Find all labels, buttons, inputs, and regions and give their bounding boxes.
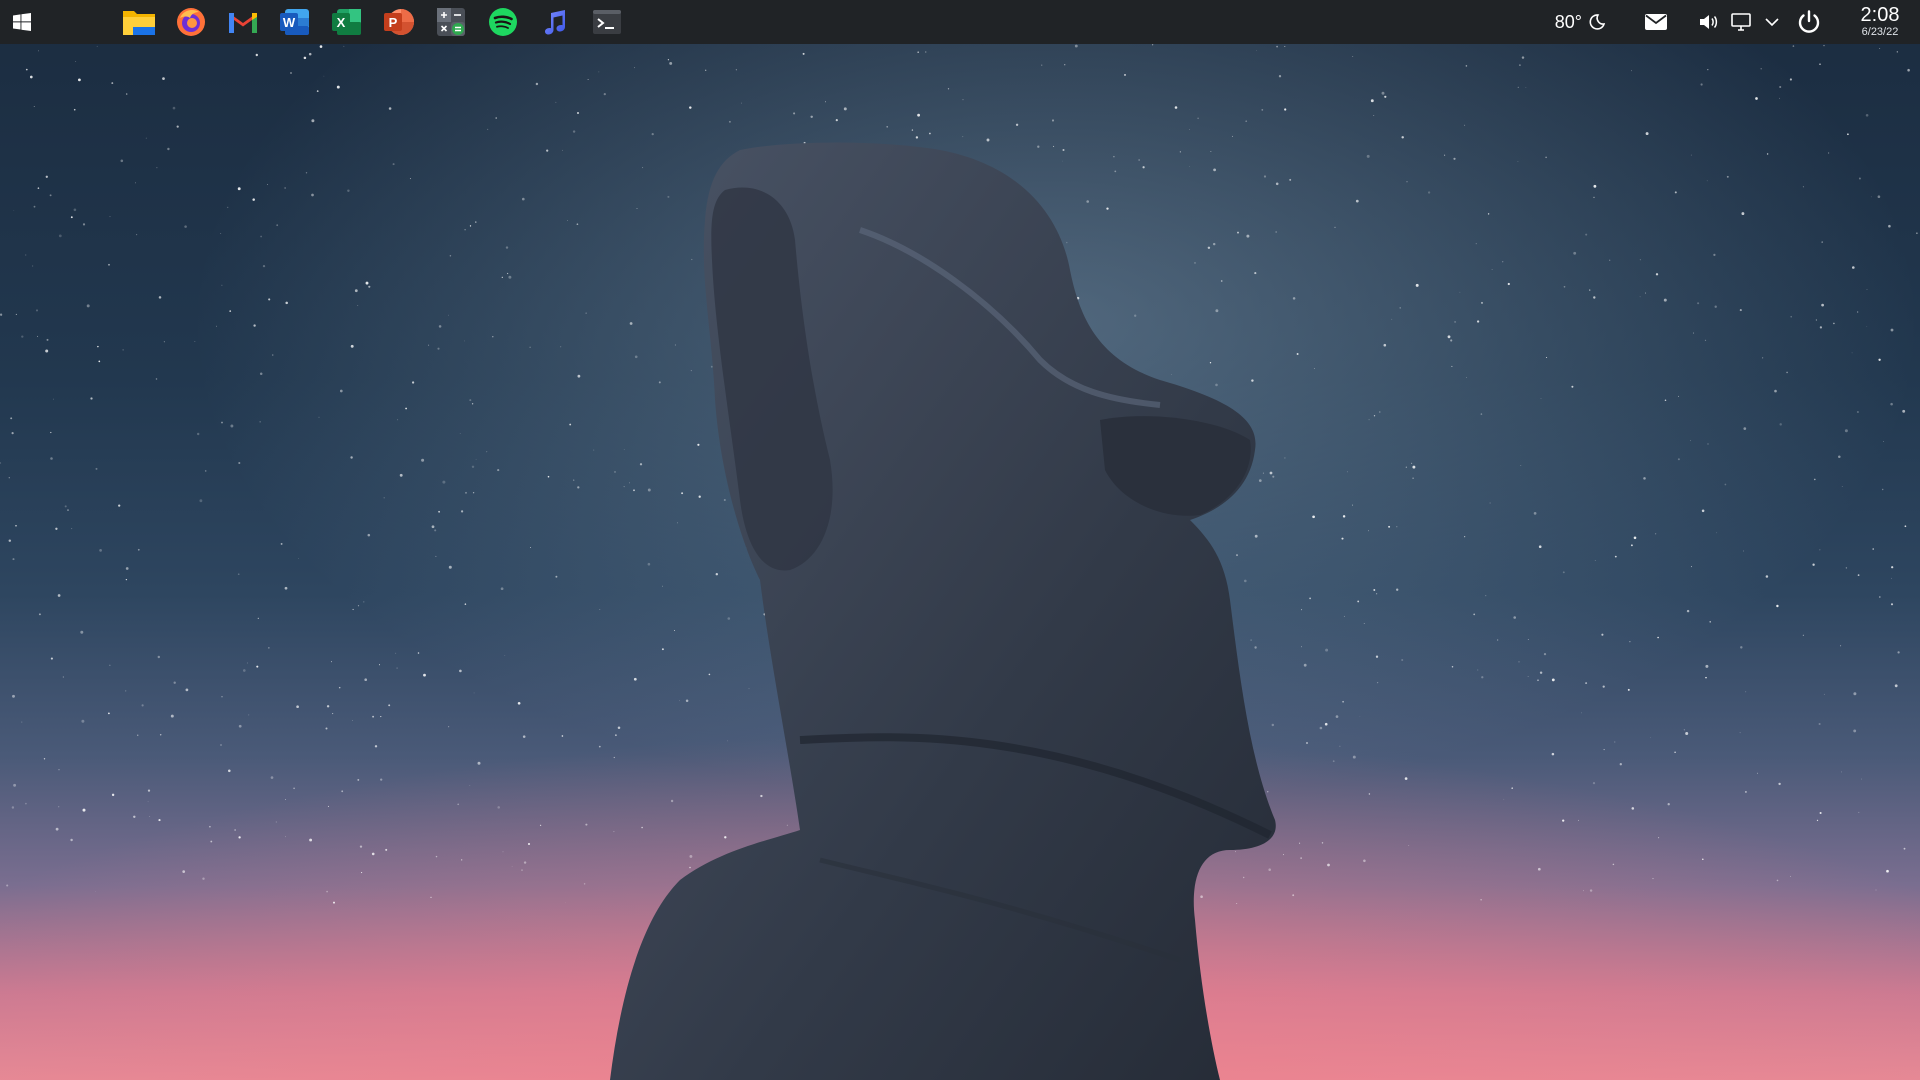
volume-icon (1700, 15, 1718, 29)
power-icon (1798, 10, 1820, 33)
excel-icon: X (332, 9, 361, 35)
wallpaper (0, 0, 1920, 1080)
folder-icon (123, 11, 155, 35)
firefox-button[interactable] (165, 0, 217, 44)
word-button[interactable]: W (269, 0, 321, 44)
power-button[interactable] (1796, 9, 1822, 35)
powerpoint-icon: P (384, 9, 414, 35)
mail-icon (1645, 14, 1667, 30)
powerpoint-button[interactable]: P (373, 0, 425, 44)
taskbar: W X P 80° 2:08 6/23/22 (0, 0, 1920, 44)
mail-button[interactable] (1644, 13, 1668, 31)
music-note-icon (545, 10, 565, 35)
clock-date: 6/23/22 (1861, 26, 1899, 38)
firefox-icon (177, 8, 205, 36)
clock[interactable]: 2:08 6/23/22 (1840, 5, 1920, 39)
gmail-icon (229, 13, 257, 33)
excel-button[interactable]: X (321, 0, 373, 44)
clock-time: 2:08 (1860, 4, 1900, 26)
calculator-button[interactable] (425, 0, 477, 44)
network-button[interactable] (1730, 12, 1752, 32)
hidden-icons-button[interactable] (1764, 16, 1780, 28)
windows-logo-icon (13, 13, 31, 31)
weather-widget[interactable]: 80° (1555, 12, 1606, 33)
start-button[interactable] (0, 0, 44, 44)
volume-button[interactable] (1698, 13, 1718, 31)
system-tray: 80° 2:08 6/23/22 (1555, 0, 1920, 44)
file-explorer-button[interactable] (113, 0, 165, 44)
word-letter: W (283, 15, 296, 30)
calculator-icon (437, 8, 465, 36)
pinned-apps: W X P (113, 0, 633, 44)
word-icon: W (280, 9, 309, 35)
excel-letter: X (337, 15, 346, 30)
powerpoint-letter: P (389, 15, 398, 30)
spotify-button[interactable] (477, 0, 529, 44)
gmail-button[interactable] (217, 0, 269, 44)
desktop[interactable]: W X P 80° 2:08 6/23/22 (0, 0, 1920, 1080)
terminal-button[interactable] (581, 0, 633, 44)
terminal-icon (593, 10, 621, 34)
weather-temperature: 80° (1554, 11, 1582, 32)
moon-icon (1589, 14, 1606, 30)
spotify-icon (489, 8, 517, 36)
chevron-down-icon (1765, 18, 1779, 27)
network-monitor-icon (1731, 13, 1751, 31)
music-button[interactable] (529, 0, 581, 44)
